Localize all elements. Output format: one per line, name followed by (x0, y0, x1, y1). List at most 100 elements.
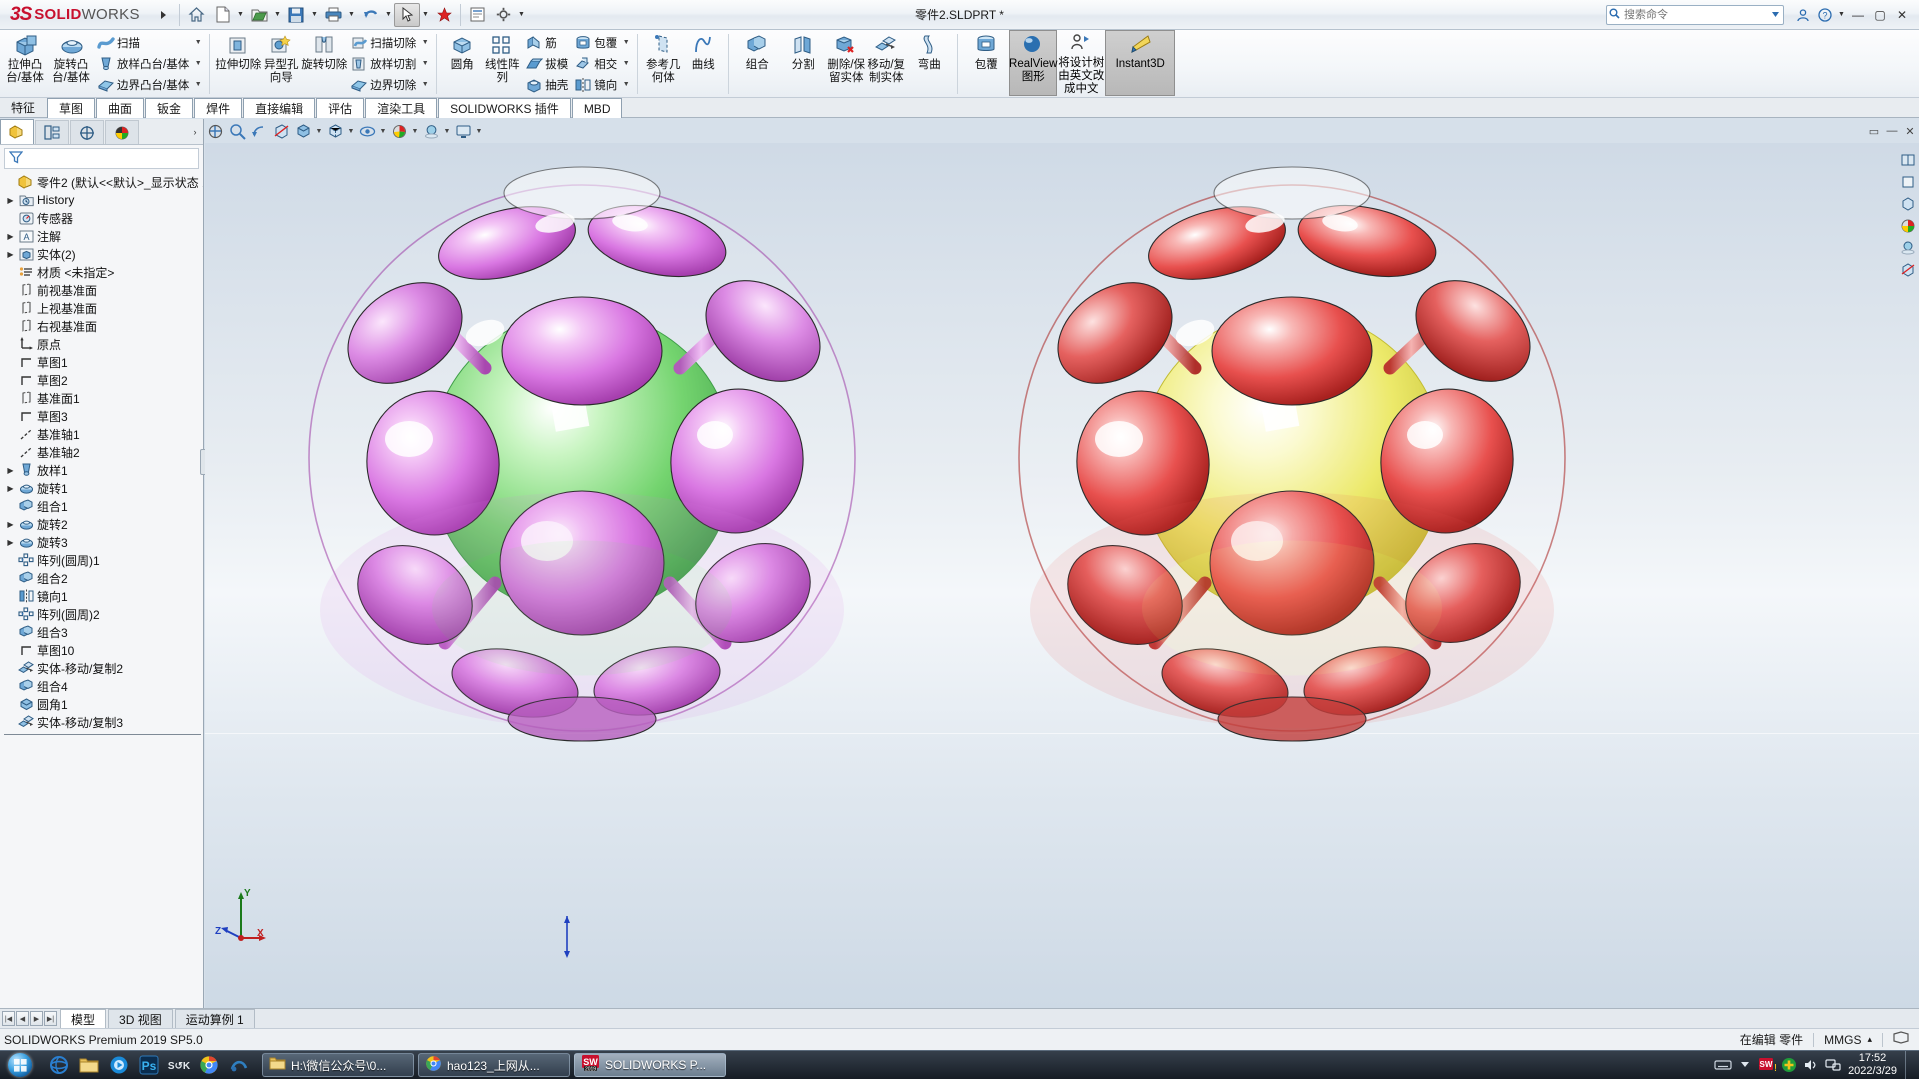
tab-weldments[interactable]: 焊件 (194, 98, 243, 118)
tree-item-11[interactable]: 基准面1 (2, 389, 203, 407)
undo-caret-icon[interactable]: ▼ (383, 3, 394, 27)
expander-icon[interactable]: ▶ (4, 232, 17, 241)
tab-first-button[interactable]: |◀ (2, 1011, 15, 1026)
intersect-caret-icon[interactable]: ▼ (620, 53, 632, 74)
tab-surfaces[interactable]: 曲面 (96, 98, 145, 118)
expander-icon[interactable]: ▶ (4, 196, 17, 205)
view-scene-icon[interactable] (1898, 238, 1918, 258)
display-style-caret-icon[interactable]: ▼ (346, 120, 356, 142)
tree-item-0[interactable]: ▶ History (2, 191, 203, 209)
previous-view-icon[interactable] (248, 120, 270, 142)
tree-language-toggle[interactable]: 将设计树由英文改成中文 (1057, 30, 1105, 96)
hide-show-caret-icon[interactable]: ▼ (378, 120, 388, 142)
delete-keep-body-button[interactable]: 删除/保留实体 (826, 30, 866, 97)
search-dropdown-icon[interactable] (1768, 9, 1783, 21)
tree-item-12[interactable]: 草图3 (2, 407, 203, 425)
tab-evaluate[interactable]: 评估 (316, 98, 365, 118)
intersect-button[interactable]: 相交 (571, 53, 620, 74)
tree-item-29[interactable]: 实体-移动/复制3 (2, 713, 203, 731)
graphics-viewport[interactable]: Y Z X (205, 143, 1919, 1008)
close-doc-button[interactable]: ✕ (1901, 122, 1919, 140)
select-caret-icon[interactable]: ▼ (420, 3, 431, 27)
tab-sketch[interactable]: 草图 (47, 98, 96, 118)
expander-icon[interactable]: ▶ (4, 484, 17, 493)
app-blue-icon[interactable] (224, 1052, 254, 1079)
tray-expand-icon[interactable] (1734, 1054, 1756, 1076)
minimize-doc-button[interactable]: — (1883, 122, 1901, 140)
close-button[interactable]: ✕ (1891, 4, 1913, 26)
tree-root-part[interactable]: 零件2 (默认<<默认>_显示状态 1>) (2, 173, 203, 191)
keyboard-tray-icon[interactable] (1712, 1054, 1734, 1076)
tree-item-4[interactable]: 材质 <未指定> (2, 263, 203, 281)
loft-cut-caret-icon[interactable]: ▼ (419, 53, 431, 74)
restore-doc-button[interactable]: ▭ (1865, 122, 1883, 140)
help-icon[interactable]: ? (1814, 4, 1836, 26)
taskbar-clock[interactable]: 17:52 2022/3/29 (1844, 1052, 1905, 1078)
tree-item-16[interactable]: ▶ 旋转1 (2, 479, 203, 497)
chrome-icon[interactable] (194, 1052, 224, 1079)
expander-icon[interactable]: ▶ (4, 520, 17, 529)
tree-item-23[interactable]: 阵列(圆周)2 (2, 605, 203, 623)
realview-toggle[interactable]: RealView 图形 (1009, 30, 1057, 96)
tab-mbd[interactable]: MBD (571, 98, 623, 118)
new-doc-caret-icon[interactable]: ▼ (235, 3, 246, 27)
tab-next-button[interactable]: ▶ (30, 1011, 43, 1026)
view-front-icon[interactable] (1898, 172, 1918, 192)
tree-item-8[interactable]: 原点 (2, 335, 203, 353)
rebuild-icon[interactable] (431, 3, 457, 27)
tree-item-17[interactable]: 组合1 (2, 497, 203, 515)
view-appearance-icon[interactable] (1898, 216, 1918, 236)
wrap-button[interactable]: 包覆 (571, 32, 620, 53)
media-icon[interactable] (104, 1052, 134, 1079)
view-settings-caret-icon[interactable]: ▼ (474, 120, 484, 142)
linear-pattern-button[interactable]: 线性阵列 (482, 30, 522, 97)
folder-explorer-icon[interactable] (74, 1052, 104, 1079)
units-caret-icon[interactable]: ▴ (1867, 1034, 1872, 1045)
reference-geometry-button[interactable]: 参考几何体 (643, 30, 683, 97)
options-gear-icon[interactable] (490, 3, 516, 27)
photoshop-icon[interactable]: Ps (134, 1052, 164, 1079)
apply-scene-caret-icon[interactable]: ▼ (442, 120, 452, 142)
feature-manager-tab[interactable] (0, 119, 34, 144)
sweep-cut-button[interactable]: 扫描切除 (347, 32, 419, 53)
home-icon[interactable] (183, 3, 209, 27)
task-explorer-window[interactable]: H:\微信公众号\0... (262, 1053, 414, 1077)
print-icon[interactable] (320, 3, 346, 27)
tab-direct-edit[interactable]: 直接编辑 (243, 98, 316, 118)
tab-render-tools[interactable]: 渲染工具 (365, 98, 438, 118)
expander-icon[interactable]: ▶ (4, 250, 17, 259)
volume-tray-icon[interactable] (1800, 1054, 1822, 1076)
user-account-icon[interactable] (1792, 4, 1814, 26)
view-orientation-icon[interactable] (292, 120, 314, 142)
tree-item-20[interactable]: 阵列(圆周)1 (2, 551, 203, 569)
tree-item-1[interactable]: 传感器 (2, 209, 203, 227)
hole-wizard-button[interactable]: 异型孔向导 (261, 30, 301, 97)
tree-item-25[interactable]: 草图10 (2, 641, 203, 659)
tree-item-18[interactable]: ▶ 旋转2 (2, 515, 203, 533)
instant3d-toggle[interactable]: Instant3D (1105, 30, 1176, 96)
units-label[interactable]: MMGS (1824, 1033, 1861, 1047)
boundary-cut-caret-icon[interactable]: ▼ (419, 74, 431, 95)
antivirus-tray-icon[interactable] (1778, 1054, 1800, 1076)
task-chrome-window[interactable]: hao123_上网从... (418, 1053, 570, 1077)
draft-button[interactable]: 拔模 (522, 53, 571, 74)
sweep-caret-icon[interactable]: ▼ (192, 32, 204, 53)
open-caret-icon[interactable]: ▼ (272, 3, 283, 27)
panel-expand-icon[interactable]: › (187, 120, 203, 144)
section-view-icon[interactable] (270, 120, 292, 142)
doc-tab-model[interactable]: 模型 (60, 1009, 107, 1028)
curves-button[interactable]: 曲线 (683, 30, 723, 97)
view-normal-to-icon[interactable] (1898, 150, 1918, 170)
minimize-button[interactable]: — (1847, 4, 1869, 26)
tree-item-24[interactable]: 组合3 (2, 623, 203, 641)
tree-item-26[interactable]: 实体-移动/复制2 (2, 659, 203, 677)
help-caret-icon[interactable]: ▼ (1836, 3, 1847, 27)
command-search-box[interactable] (1606, 4, 1784, 25)
loft-boss-button[interactable]: 放样凸台/基体 (94, 53, 192, 74)
view-orientation-caret-icon[interactable]: ▼ (314, 120, 324, 142)
ie-icon[interactable] (44, 1052, 74, 1079)
tree-item-15[interactable]: ▶ 放样1 (2, 461, 203, 479)
display-manager-tab[interactable] (105, 120, 139, 144)
boundary-caret-icon[interactable]: ▼ (192, 74, 204, 95)
doc-tab-3dviews[interactable]: 3D 视图 (108, 1009, 173, 1028)
